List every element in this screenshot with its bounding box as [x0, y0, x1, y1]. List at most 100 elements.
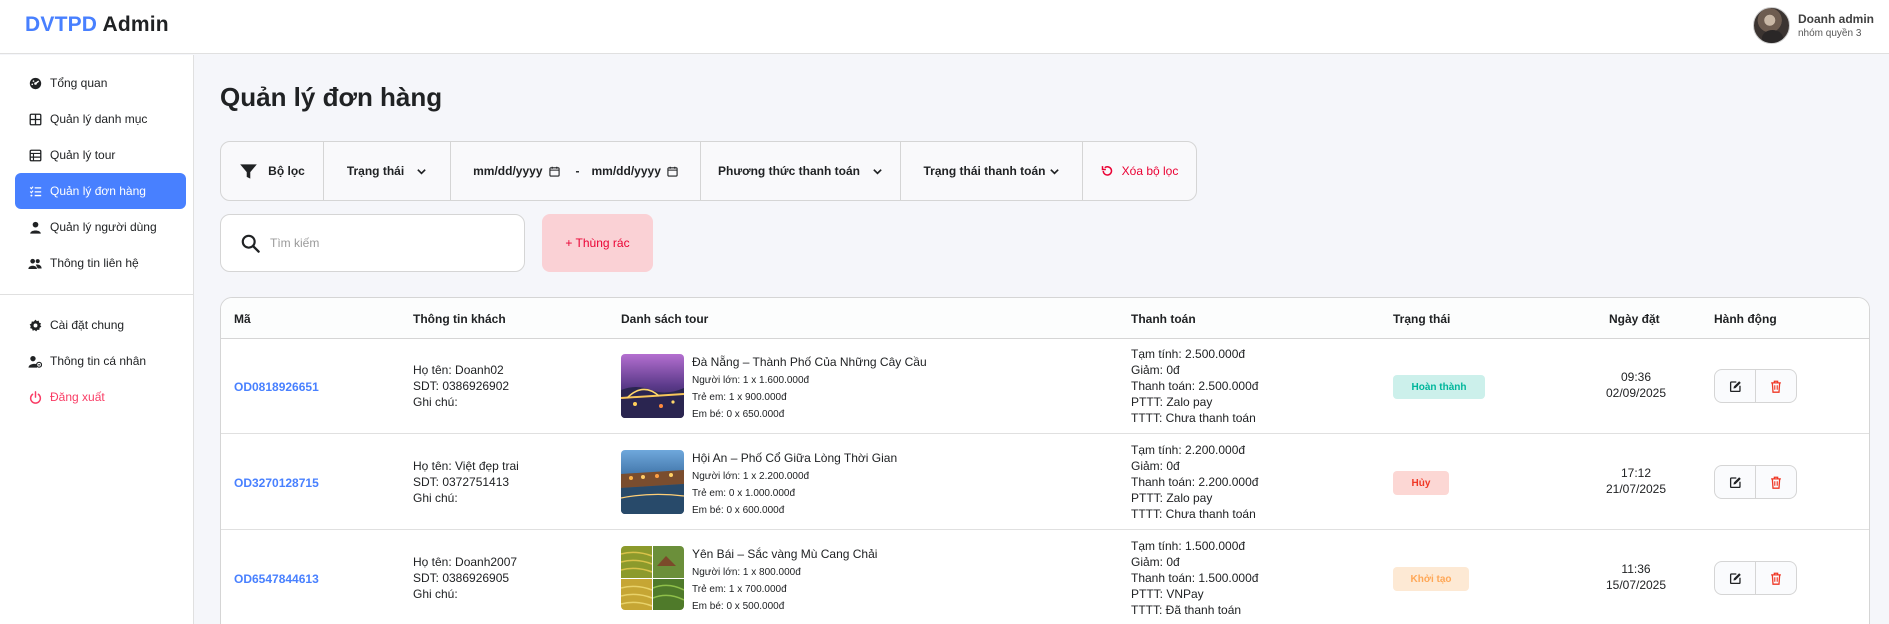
col-header-tours: Danh sách tour — [621, 312, 709, 326]
app-logo[interactable]: DVTPD Admin — [25, 13, 169, 37]
customer-note: Ghi chú: — [413, 395, 458, 409]
tour-child: Trẻ em: 1 x 900.000đ — [692, 392, 787, 403]
trash-button[interactable]: + Thùng rác — [542, 214, 653, 272]
date-from-input[interactable]: mm/dd/yyyy — [473, 164, 542, 178]
tour-info: Yên Bái – Sắc vàng Mù Cang Chải Người lớ… — [692, 547, 877, 615]
status-filter[interactable]: Trạng thái — [324, 142, 451, 200]
col-header-code: Mã — [234, 312, 251, 326]
status-badge: Hủy — [1393, 471, 1449, 495]
search-input[interactable] — [270, 236, 510, 250]
payment-status-label: Trạng thái thanh toán — [923, 164, 1046, 178]
payment-method: PTTT: Zalo pay — [1131, 395, 1213, 409]
gear-icon — [28, 318, 42, 332]
chevron-down-icon — [1049, 168, 1059, 175]
user-info: Doanh admin nhóm quyền 3 — [1798, 12, 1874, 39]
tour-name: Yên Bái – Sắc vàng Mù Cang Chải — [692, 547, 878, 561]
order-time: 09:36 — [1620, 370, 1652, 384]
date-range-filter: mm/dd/yyyy - mm/dd/yyyy — [451, 142, 701, 200]
payment-total: Thanh toán: 1.500.000đ — [1131, 571, 1259, 585]
tour-adult: Người lớn: 1 x 2.200.000đ — [692, 471, 810, 482]
payment-total: Thanh toán: 2.200.000đ — [1131, 475, 1259, 489]
sidebar-item-contacts[interactable]: Thông tin liên hệ — [15, 245, 186, 281]
order-datetime: 11:36 15/07/2025 — [1581, 561, 1691, 593]
payment-subtotal: Tạm tính: 2.200.000đ — [1131, 443, 1246, 457]
edit-button[interactable] — [1715, 562, 1755, 594]
sidebar-item-orders[interactable]: Quản lý đơn hàng — [15, 173, 186, 209]
status-badge: Hoàn thành — [1393, 375, 1485, 399]
trash-icon — [1771, 476, 1781, 489]
order-code-link[interactable]: OD3270128715 — [234, 476, 319, 490]
user-icon — [28, 220, 42, 234]
power-icon — [28, 390, 42, 404]
customer-name: Họ tên: Doanh2007 — [413, 555, 518, 569]
order-datetime: 09:36 02/09/2025 — [1581, 369, 1691, 401]
delete-button[interactable] — [1755, 562, 1796, 594]
delete-button[interactable] — [1755, 466, 1796, 498]
sidebar-item-label: Quản lý danh mục — [50, 112, 148, 126]
order-date: 15/07/2025 — [1605, 578, 1667, 592]
col-header-actions: Hành động — [1714, 312, 1777, 326]
customer-name: Họ tên: Doanh02 — [413, 363, 504, 377]
table-row: OD6547844613 Họ tên: Doanh2007 SDT: 0386… — [221, 531, 1869, 624]
sidebar-item-label: Quản lý người dùng — [50, 220, 157, 234]
payment-info: Tạm tính: 2.500.000đ Giảm: 0đ Thanh toán… — [1131, 346, 1258, 426]
sidebar-item-label: Quản lý tour — [50, 148, 116, 162]
payment-status: TTTT: Chưa thanh toán — [1131, 411, 1256, 425]
user-menu[interactable]: Doanh admin nhóm quyền 3 — [1753, 7, 1874, 44]
payment-total: Thanh toán: 2.500.000đ — [1131, 379, 1259, 393]
order-time: 11:36 — [1621, 562, 1651, 576]
sidebar-item-label: Thông tin cá nhân — [50, 354, 147, 368]
order-code-link[interactable]: OD0818926651 — [234, 380, 319, 394]
date-to-input[interactable]: mm/dd/yyyy — [592, 164, 661, 178]
tour-info: Hội An – Phố Cổ Giữa Lòng Thời Gian Ngườ… — [692, 451, 897, 519]
calendar-icon[interactable] — [667, 166, 678, 177]
trash-icon — [1771, 380, 1781, 393]
payment-discount: Giảm: 0đ — [1131, 459, 1180, 473]
customer-name: Họ tên: Việt đẹp trai — [413, 459, 519, 473]
chevron-down-icon — [873, 168, 882, 175]
edit-button[interactable] — [1715, 466, 1755, 498]
payment-subtotal: Tạm tính: 2.500.000đ — [1131, 347, 1246, 361]
order-time: 17:12 — [1620, 466, 1652, 480]
sidebar-item-logout[interactable]: Đăng xuất — [15, 379, 186, 415]
customer-info: Họ tên: Doanh02 SDT: 0386926902 Ghi chú: — [413, 362, 509, 410]
sidebar-item-label: Thông tin liên hệ — [50, 256, 139, 270]
avatar[interactable] — [1753, 7, 1790, 44]
sidebar-item-settings[interactable]: Cài đặt chung — [15, 307, 186, 343]
row-actions — [1714, 369, 1797, 403]
order-datetime: 17:12 21/07/2025 — [1581, 465, 1691, 497]
order-date: 21/07/2025 — [1605, 482, 1667, 496]
sidebar-item-profile[interactable]: Thông tin cá nhân — [15, 343, 186, 379]
table-header: Mã Thông tin khách Danh sách tour Thanh … — [221, 298, 1869, 339]
edit-icon — [1729, 476, 1741, 488]
sidebar-item-overview[interactable]: Tổng quan — [15, 65, 186, 101]
order-code-link[interactable]: OD6547844613 — [234, 572, 319, 586]
user-role: nhóm quyền 3 — [1798, 28, 1862, 39]
tour-adult: Người lớn: 1 x 1.600.000đ — [692, 375, 810, 386]
sidebar-item-users[interactable]: Quản lý người dùng — [15, 209, 186, 245]
sidebar-item-label: Tổng quan — [50, 76, 108, 90]
tour-info: Đà Nẵng – Thành Phố Của Những Cây Cầu Ng… — [692, 355, 927, 423]
sidebar-item-label: Đăng xuất — [50, 390, 105, 404]
customer-note: Ghi chú: — [413, 587, 458, 601]
sidebar-item-categories[interactable]: Quản lý danh mục — [15, 101, 186, 137]
user-name: Doanh admin — [1798, 12, 1875, 26]
tour-thumbnail — [621, 354, 684, 418]
customer-phone: SDT: 0386926902 — [413, 379, 510, 393]
tour-baby: Em bé: 0 x 600.000đ — [692, 505, 785, 516]
payment-method-filter[interactable]: Phương thức thanh toán — [701, 142, 901, 200]
sidebar-item-tours[interactable]: Quản lý tour — [15, 137, 186, 173]
filter-icon — [240, 163, 257, 179]
calendar-icon[interactable] — [548, 166, 560, 177]
edit-button[interactable] — [1715, 370, 1755, 402]
page-title: Quản lý đơn hàng — [220, 82, 443, 112]
tour-adult: Người lớn: 1 x 800.000đ — [692, 567, 801, 578]
clear-filter-button[interactable]: Xóa bộ lọc — [1083, 142, 1196, 200]
status-filter-label: Trạng thái — [346, 164, 405, 178]
order-date: 02/09/2025 — [1605, 386, 1667, 400]
payment-status-filter[interactable]: Trạng thái thanh toán — [901, 142, 1083, 200]
delete-button[interactable] — [1755, 370, 1796, 402]
sidebar-divider — [0, 294, 194, 295]
col-header-customer: Thông tin khách — [413, 312, 506, 326]
payment-status: TTTT: Đã thanh toán — [1131, 603, 1242, 617]
